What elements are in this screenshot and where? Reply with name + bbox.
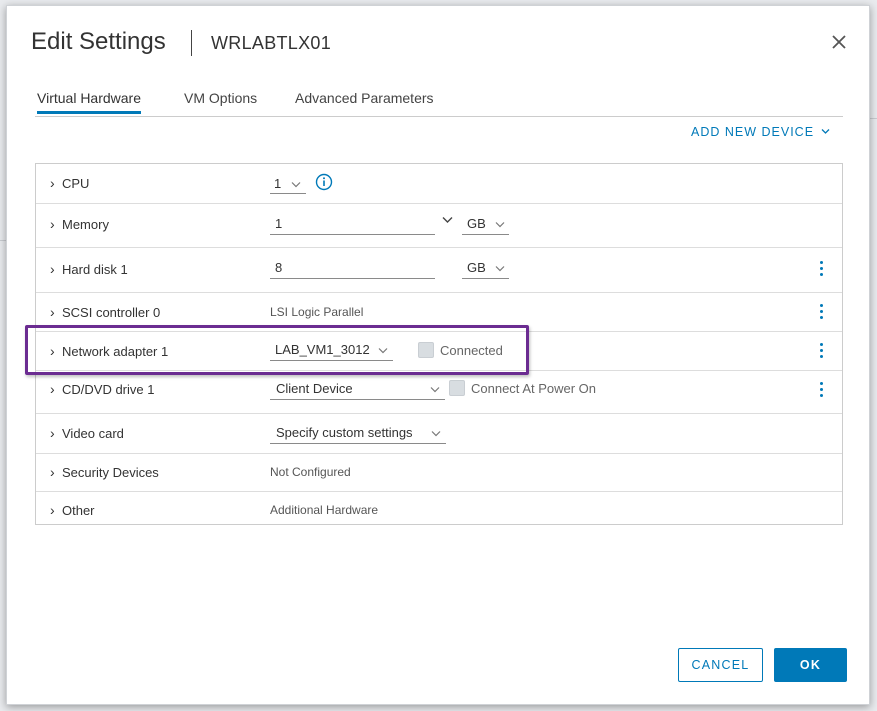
- chevron-right-icon: ›: [50, 261, 55, 277]
- hard-disk-size-input[interactable]: 8: [270, 259, 435, 279]
- chevron-right-icon: ›: [50, 464, 55, 480]
- cd-dvd-expander[interactable]: › CD/DVD drive 1: [50, 381, 154, 397]
- edit-settings-dialog: Edit Settings WRLABTLX01 Virtual Hardwar…: [6, 5, 870, 705]
- cpu-expander[interactable]: › CPU: [50, 175, 89, 191]
- chevron-right-icon: ›: [50, 175, 55, 191]
- hard-disk-unit-select[interactable]: GB: [462, 259, 509, 279]
- security-devices-expander[interactable]: › Security Devices: [50, 464, 159, 480]
- chevron-down-icon: [495, 266, 505, 272]
- memory-label: Memory: [62, 217, 109, 232]
- vm-name: WRLABTLX01: [211, 33, 332, 53]
- hardware-row-video-card: › Video card Specify custom settings: [36, 413, 842, 454]
- dialog-title: Edit Settings: [31, 28, 166, 55]
- chevron-right-icon: ›: [50, 381, 55, 397]
- tab-vm-options[interactable]: VM Options: [184, 90, 257, 114]
- chevron-down-icon[interactable]: [442, 216, 453, 224]
- chevron-down-icon: [495, 222, 505, 228]
- cpu-value: 1: [274, 176, 282, 191]
- info-icon[interactable]: [315, 173, 333, 191]
- hard-disk-value: 8: [275, 260, 283, 275]
- scsi-label: SCSI controller 0: [62, 305, 161, 320]
- hard-disk-unit: GB: [467, 260, 486, 275]
- close-button[interactable]: [827, 30, 851, 54]
- video-card-select[interactable]: Specify custom settings: [270, 424, 446, 444]
- add-new-device-button[interactable]: ADD NEW DEVICE: [691, 125, 830, 139]
- memory-input[interactable]: 1: [270, 215, 435, 235]
- memory-value: 1: [275, 216, 283, 231]
- chevron-down-icon: [431, 431, 441, 437]
- chevron-right-icon: ›: [50, 216, 55, 232]
- scsi-actions-menu[interactable]: [816, 302, 826, 322]
- tab-advanced-parameters[interactable]: Advanced Parameters: [295, 90, 434, 114]
- hardware-row-security-devices: › Security Devices Not Configured: [36, 453, 842, 492]
- background-divider: [870, 118, 877, 119]
- chevron-right-icon: ›: [50, 502, 55, 518]
- connect-at-power-on-checkbox[interactable]: [449, 380, 465, 396]
- other-value: Additional Hardware: [270, 503, 379, 517]
- video-card-value: Specify custom settings: [276, 425, 413, 440]
- hardware-row-hard-disk: › Hard disk 1 8 GB: [36, 247, 842, 293]
- network-actions-menu[interactable]: [816, 341, 826, 361]
- hard-disk-expander[interactable]: › Hard disk 1: [50, 261, 128, 277]
- hardware-row-cd-dvd: › CD/DVD drive 1 Client Device Connect At…: [36, 370, 842, 414]
- close-icon: [832, 35, 846, 49]
- chevron-right-icon: ›: [50, 304, 55, 320]
- title-separator: [191, 30, 192, 56]
- add-new-device-label: ADD NEW DEVICE: [691, 125, 815, 139]
- other-expander[interactable]: › Other: [50, 502, 95, 518]
- hard-disk-label: Hard disk 1: [62, 262, 128, 277]
- security-devices-value: Not Configured: [270, 465, 351, 479]
- cpu-select[interactable]: 1: [270, 176, 306, 194]
- memory-expander[interactable]: › Memory: [50, 216, 109, 232]
- hardware-row-memory: › Memory 1 GB: [36, 203, 842, 248]
- memory-unit: GB: [467, 216, 486, 231]
- chevron-down-icon: [430, 387, 440, 393]
- network-adapter-highlight: [25, 325, 529, 375]
- cd-dvd-actions-menu[interactable]: [816, 380, 826, 400]
- security-devices-label: Security Devices: [62, 465, 159, 480]
- hardware-row-cpu: › CPU 1: [36, 164, 842, 204]
- hard-disk-actions-menu[interactable]: [816, 259, 826, 279]
- chevron-right-icon: ›: [50, 425, 55, 441]
- scsi-expander[interactable]: › SCSI controller 0: [50, 304, 160, 320]
- ok-button[interactable]: OK: [774, 648, 847, 682]
- cd-dvd-select[interactable]: Client Device: [270, 380, 445, 400]
- cd-dvd-value: Client Device: [276, 381, 353, 396]
- cpu-label: CPU: [62, 176, 90, 191]
- other-label: Other: [62, 503, 95, 518]
- tab-virtual-hardware[interactable]: Virtual Hardware: [37, 90, 142, 114]
- video-card-expander[interactable]: › Video card: [50, 425, 124, 441]
- chevron-down-icon: [291, 182, 301, 188]
- connect-at-power-on-label: Connect At Power On: [471, 381, 597, 396]
- scsi-value: LSI Logic Parallel: [270, 305, 364, 319]
- chevron-down-icon: [821, 129, 829, 134]
- tab-bar: Virtual Hardware VM Options Advanced Par…: [35, 86, 843, 117]
- video-card-label: Video card: [62, 426, 124, 441]
- memory-unit-select[interactable]: GB: [462, 215, 509, 235]
- cd-dvd-label: CD/DVD drive 1: [62, 382, 155, 397]
- hardware-row-other: › Other Additional Hardware: [36, 491, 842, 524]
- cancel-button[interactable]: CANCEL: [678, 648, 763, 682]
